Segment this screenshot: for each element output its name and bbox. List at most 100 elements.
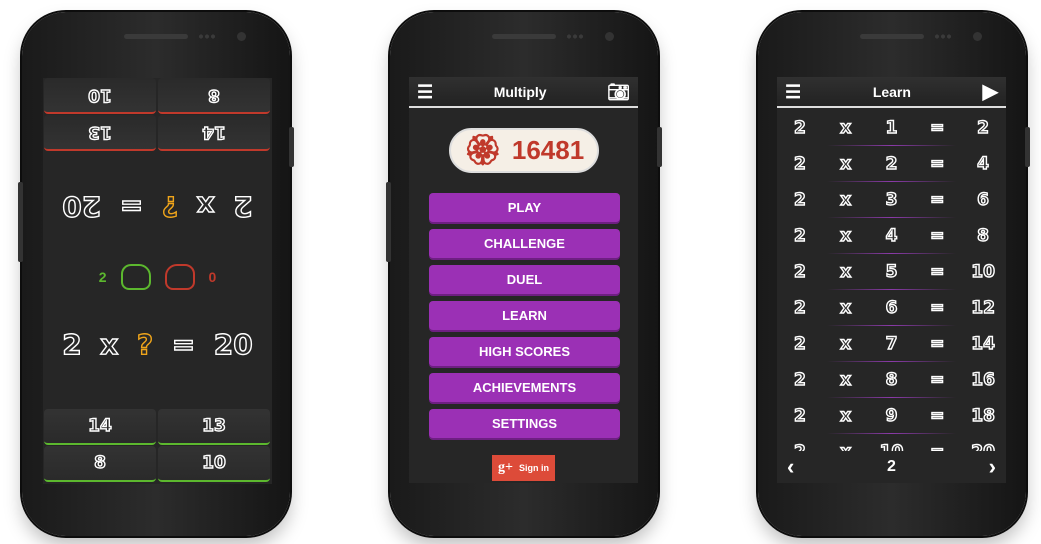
duel-button[interactable]: DUEL [429,265,620,294]
row-cell: 8 [885,369,898,390]
row-cell: = [929,261,945,282]
eq-op: = [171,327,196,361]
row-cell: = [929,225,945,246]
eq-unknown: ? [136,327,154,361]
learn-button[interactable]: LEARN [429,301,620,330]
table-row: 2 x 9 = 18 [777,398,1006,434]
menu-screen: ☰ Multiply 📷︎ 🏵︎ 16481 PLAY CHALLENGE DU… [409,77,638,483]
eq-unknown: ? [161,189,179,223]
row-cell: 2 [793,261,806,282]
row-cell: 2 [793,117,806,138]
answer-button[interactable]: 10 [158,446,270,482]
row-cell: 8 [976,225,989,246]
speaker [860,34,924,39]
row-cell: 3 [885,189,898,210]
row-cell: 4 [976,153,989,174]
row-cell: = [929,189,945,210]
speaker [492,34,556,39]
row-cell: = [929,153,945,174]
row-cell: x [840,189,852,210]
boxing-glove-icon [120,264,151,290]
table-row: 2 x 7 = 14 [777,326,1006,362]
eq-result: 20 [213,327,253,361]
total-score: 16481 [511,135,585,165]
pager: ‹ 2 › [777,451,1006,483]
app-title: Multiply [493,83,547,100]
opponent-answer[interactable]: 14 [158,115,270,151]
row-cell: x [840,153,852,174]
sensor [934,34,952,39]
volume-button [386,182,391,262]
row-cell: 7 [885,333,898,354]
opponent-score: 0 [208,269,217,285]
eq-term: 2 [233,189,254,223]
sensor [198,34,216,39]
app-header: ☰ Multiply 📷︎ [409,77,638,108]
row-cell: x [840,369,852,390]
play-icon[interactable]: ▶ [983,82,998,102]
answer-button[interactable]: 13 [158,409,270,445]
google-signin-button[interactable]: g+ Sign in [492,455,555,481]
speaker [124,34,188,39]
row-cell: 2 [793,153,806,174]
achievements-button[interactable]: ACHIEVEMENTS [429,373,620,402]
eq-op: x [196,189,215,223]
duel-screen: 10 8 13 14 2 x? = 20 2 0 2 x? = 20 14 13 8 10 [43,78,272,484]
row-cell: x [840,225,852,246]
score-badge: 🏵︎ 16481 [449,128,599,173]
row-cell: 2 [793,333,806,354]
screen-title: Learn [872,83,911,100]
answer-button[interactable]: 14 [44,409,156,445]
table-row: 2 x 4 = 8 [777,218,1006,254]
opponent-answer[interactable]: 10 [44,78,156,114]
player-score: 2 [98,269,107,285]
row-cell: = [929,297,945,318]
row-cell: 2 [793,189,806,210]
challenge-button[interactable]: CHALLENGE [429,229,620,258]
row-cell: 2 [885,153,898,174]
table-row: 2 x 2 = 4 [777,146,1006,182]
boxing-glove-icon [164,264,195,290]
row-cell: 18 [971,405,996,426]
chevron-left-icon[interactable]: ‹ [787,454,794,480]
opponent-answer[interactable]: 8 [158,78,270,114]
high-scores-button[interactable]: HIGH SCORES [429,337,620,366]
phone-menu: ☰ Multiply 📷︎ 🏵︎ 16481 PLAY CHALLENGE DU… [386,12,662,536]
row-cell: x [840,333,852,354]
row-cell: 2 [793,297,806,318]
row-cell: 12 [971,297,996,318]
row-cell: 2 [793,405,806,426]
answer-button[interactable]: 8 [44,446,156,482]
row-cell: 2 [793,369,806,390]
row-cell: = [929,369,945,390]
row-cell: 2 [793,225,806,246]
row-cell: 4 [885,225,898,246]
award-ribbon-icon: 🏵︎ [463,134,502,167]
front-camera [973,32,982,41]
row-cell: 10 [971,261,996,282]
page-number: 2 [887,458,896,475]
equation: 2 x? = 20 [43,327,272,361]
list-icon[interactable]: ☰ [417,83,433,101]
row-cell: 16 [971,369,996,390]
power-button [289,127,294,167]
opponent-answer[interactable]: 13 [44,115,156,151]
chevron-right-icon[interactable]: › [989,454,996,480]
row-cell: = [929,405,945,426]
row-cell: x [840,117,852,138]
app-header: ☰ Learn ▶ [777,77,1006,108]
list-icon[interactable]: ☰ [785,83,801,101]
table-row: 2 x 1 = 2 [777,110,1006,146]
row-cell: x [840,297,852,318]
row-cell: 2 [976,117,989,138]
row-cell: x [840,405,852,426]
eq-op: x [100,327,119,361]
row-cell: x [840,261,852,282]
front-camera [237,32,246,41]
row-cell: 9 [885,405,898,426]
camera-icon[interactable]: 📷︎ [607,83,630,101]
play-button[interactable]: PLAY [429,193,620,222]
volume-button [18,182,23,262]
settings-button[interactable]: SETTINGS [429,409,620,438]
front-camera [605,32,614,41]
